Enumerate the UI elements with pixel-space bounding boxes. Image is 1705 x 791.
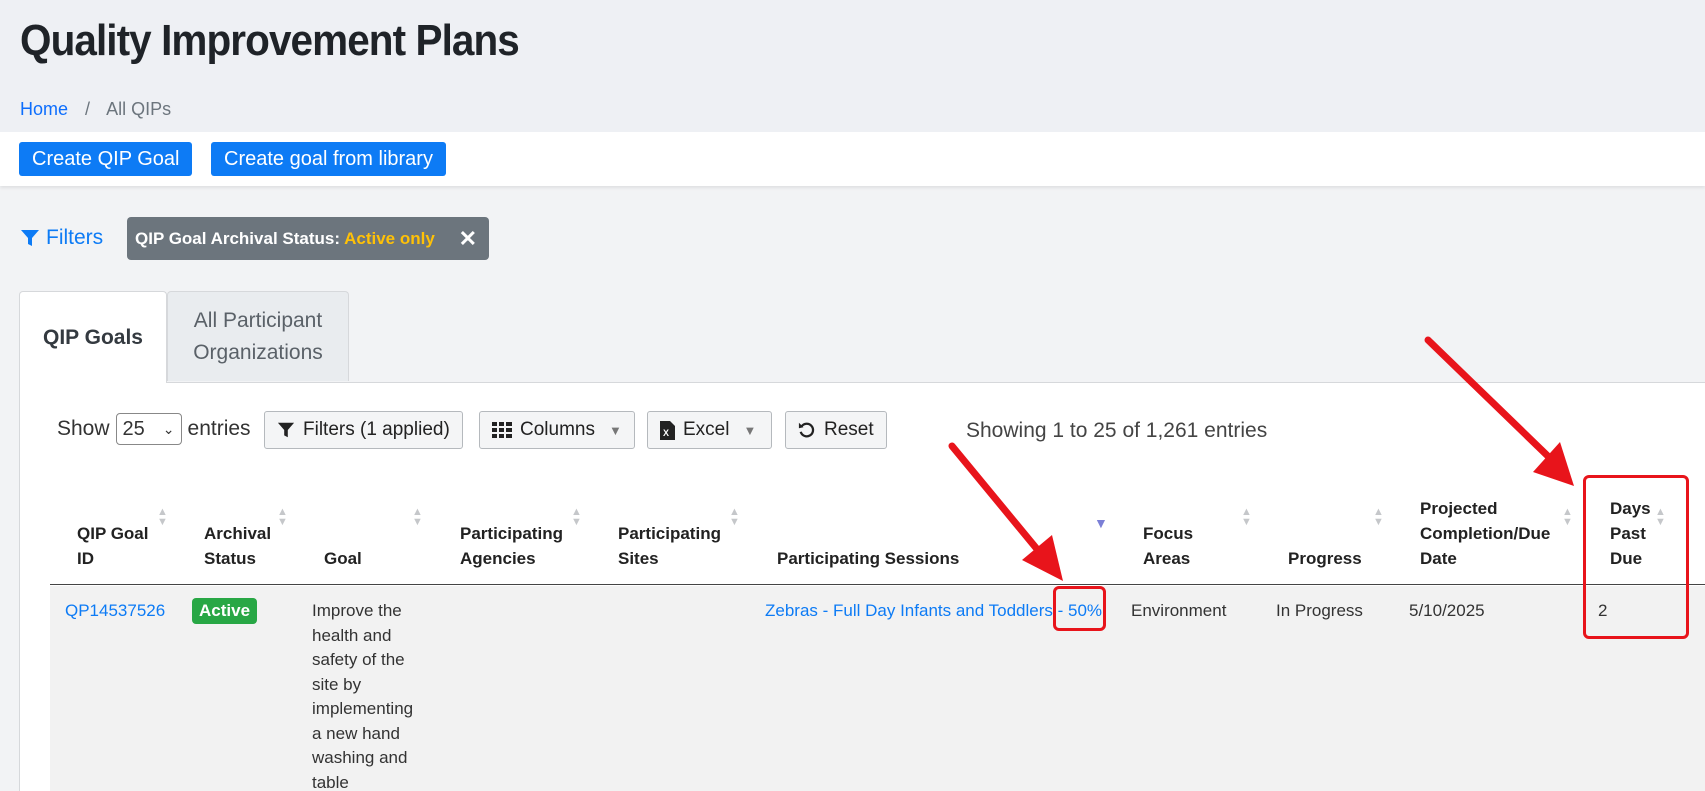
header-line: Completion/Due <box>1420 524 1551 543</box>
due-date-cell: 5/10/2025 <box>1409 601 1485 620</box>
page-header: Quality Improvement Plans Home / All QIP… <box>0 0 1705 132</box>
page-size-control: Show 25 ⌄ entries <box>57 413 251 445</box>
sort-icon[interactable]: ▲ ▼ <box>412 507 423 528</box>
reset-label: Reset <box>824 419 874 440</box>
filters-applied-button[interactable]: Filters (1 applied) <box>264 411 463 449</box>
column-header-projected-completion-due-date[interactable]: Projected Completion/Due Date <box>1420 496 1550 571</box>
goal-line: table <box>312 772 349 791</box>
breadcrumb-separator: / <box>85 99 91 119</box>
sort-icon[interactable]: ▲ ▼ <box>1241 507 1252 528</box>
breadcrumb-current: All QIPs <box>106 99 172 119</box>
filter-icon <box>277 422 295 438</box>
sort-icon[interactable]: ▲ ▼ <box>729 507 740 528</box>
entries-label: entries <box>187 417 251 440</box>
sort-icon[interactable]: ▲ ▼ <box>1373 507 1384 528</box>
header-line: ID <box>77 549 94 568</box>
goal-description-cell: Improve the health and safety of the sit… <box>312 599 413 791</box>
column-header-focus-areas[interactable]: Focus Areas <box>1143 521 1193 571</box>
participating-sessions-cell: Zebras - Full Day Infants and Toddlers -… <box>765 599 1102 624</box>
caret-down-icon: ▼ <box>608 422 622 438</box>
session-link[interactable]: Zebras - Full Day Infants and Toddlers -… <box>765 601 1102 620</box>
undo-icon <box>798 422 815 438</box>
excel-export-button[interactable]: X Excel ▼ <box>647 411 772 449</box>
sort-descending-icon[interactable]: ▼ <box>1094 516 1108 530</box>
goal-line: washing and <box>312 748 408 767</box>
table-info-text: Showing 1 to 25 of 1,261 entries <box>966 419 1268 442</box>
filter-chip-label: QIP Goal Archival Status: <box>135 229 341 248</box>
column-header-progress[interactable]: Progress <box>1288 546 1362 571</box>
goal-line: site by <box>312 674 362 694</box>
tab-label-line1: All Participant <box>193 309 323 332</box>
goal-line: implementing <box>312 699 414 718</box>
focus-areas-cell: Environment <box>1131 601 1227 620</box>
header-line: Archival <box>204 524 272 543</box>
sort-icon[interactable]: ▲ ▼ <box>277 507 288 528</box>
header-line: Projected <box>1420 499 1498 518</box>
column-header-archival-status[interactable]: Archival Status <box>204 521 271 571</box>
goal-id-cell: QP14537526 <box>65 599 165 624</box>
header-line: Focus <box>1143 524 1194 543</box>
header-line: Date <box>1420 549 1457 568</box>
chevron-down-icon: ⌄ <box>162 421 175 437</box>
goal-line: health and <box>312 625 392 645</box>
active-filter-chip: QIP Goal Archival Status: Active only ✕ <box>127 217 489 260</box>
column-header-participating-sessions[interactable]: Participating Sessions <box>777 546 959 571</box>
header-line: Participating <box>618 524 721 543</box>
breadcrumb: Home / All QIPs <box>20 99 171 120</box>
tab-label-line2: Organizations <box>193 341 323 364</box>
filters-applied-label: Filters (1 applied) <box>303 419 450 440</box>
table-grid-icon <box>492 422 512 438</box>
columns-button[interactable]: Columns ▼ <box>479 411 635 449</box>
columns-label: Columns <box>520 419 595 440</box>
show-label: Show <box>57 417 110 440</box>
table-header-divider <box>50 584 1705 585</box>
create-goal-from-library-button[interactable]: Create goal from library <box>211 142 446 176</box>
goal-line: safety of the <box>312 650 405 669</box>
page: Quality Improvement Plans Home / All QIP… <box>0 0 1705 791</box>
annotation-highlight-box <box>1053 586 1106 631</box>
reset-button[interactable]: Reset <box>785 411 887 449</box>
annotation-highlight-box <box>1583 475 1689 639</box>
breadcrumb-home-link[interactable]: Home <box>20 99 68 119</box>
page-title: Quality Improvement Plans <box>20 16 520 65</box>
filter-chip-remove-icon[interactable]: ✕ <box>459 217 477 260</box>
page-size-select[interactable]: 25 ⌄ <box>115 413 182 445</box>
goal-line: Improve the <box>312 601 402 620</box>
action-toolbar: Create QIP Goal Create goal from library <box>0 132 1705 186</box>
sort-icon[interactable]: ▲ ▼ <box>571 507 582 528</box>
header-line: Sites <box>618 549 659 568</box>
sort-icon[interactable]: ▲ ▼ <box>157 507 168 528</box>
header-line: Status <box>204 549 256 568</box>
column-header-qip-goal-id[interactable]: QIP Goal ID <box>77 521 149 571</box>
filters-toggle-link[interactable]: Filters <box>20 226 103 250</box>
excel-label: Excel <box>683 419 730 440</box>
goal-id-link[interactable]: QP14537526 <box>65 601 165 620</box>
tab-all-participant-organizations[interactable]: All Participant Organizations <box>167 291 349 381</box>
column-header-participating-sites[interactable]: Participating Sites <box>618 521 721 571</box>
filter-icon <box>21 230 39 246</box>
header-line: QIP Goal <box>77 524 149 543</box>
tab-qip-goals[interactable]: QIP Goals <box>19 291 167 383</box>
header-line: Agencies <box>460 549 536 568</box>
sort-icon[interactable]: ▲ ▼ <box>1562 507 1573 528</box>
caret-down-icon: ▼ <box>743 422 757 438</box>
svg-text:X: X <box>663 428 669 438</box>
excel-file-icon: X <box>660 420 675 440</box>
goal-line: a new hand <box>312 723 400 743</box>
filters-link-label: Filters <box>46 226 104 249</box>
progress-cell: In Progress <box>1276 601 1363 620</box>
column-header-participating-agencies[interactable]: Participating Agencies <box>460 521 563 571</box>
create-qip-goal-button[interactable]: Create QIP Goal <box>19 142 193 176</box>
filter-chip-value: Active only <box>344 229 435 248</box>
header-line: Participating <box>460 524 563 543</box>
header-line: Areas <box>1143 549 1191 568</box>
status-badge: Active <box>192 598 258 624</box>
column-header-goal[interactable]: Goal <box>324 546 362 571</box>
page-size-value: 25 <box>122 418 145 440</box>
